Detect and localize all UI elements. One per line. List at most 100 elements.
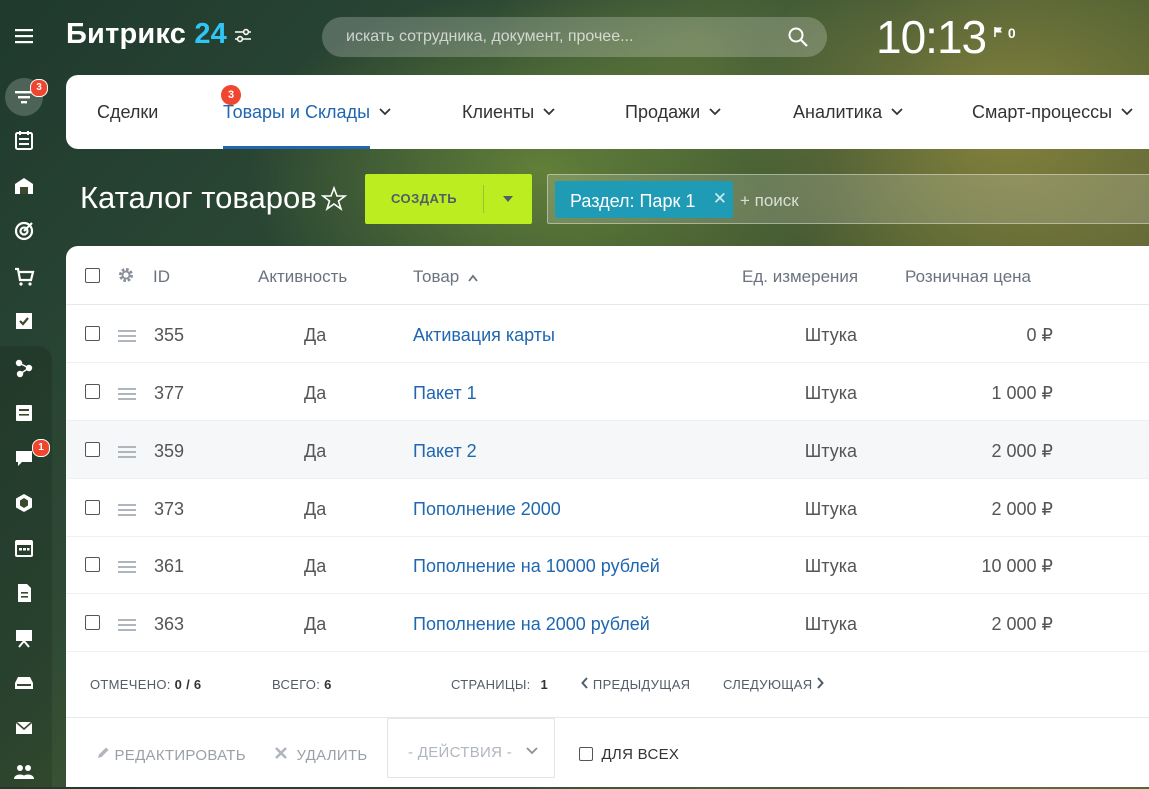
- create-dropdown-button[interactable]: [484, 174, 532, 224]
- cell-id: 373: [154, 499, 185, 519]
- edit-button[interactable]: РЕДАКТИРОВАТЬ: [96, 746, 246, 764]
- close-icon[interactable]: ✕: [713, 189, 727, 209]
- pencil-icon: [98, 747, 109, 758]
- table-row[interactable]: 377 Да Пакет 1 Штука 1 000 ₽: [66, 363, 1149, 421]
- bitrix24-logo[interactable]: Битрикс 24: [66, 18, 227, 51]
- select-all-checkbox[interactable]: [85, 268, 100, 283]
- hamburger-icon[interactable]: [6, 18, 42, 54]
- presentation-icon[interactable]: [6, 620, 42, 656]
- table-row[interactable]: 363 Да Пополнение на 2000 рублей Штука 2…: [66, 594, 1149, 652]
- cell-id: 377: [154, 383, 185, 403]
- for-all-toggle[interactable]: ДЛЯ ВСЕХ: [579, 746, 679, 763]
- filter-search-input[interactable]: + поиск: [740, 191, 799, 211]
- product-link[interactable]: Пакет 2: [413, 441, 477, 462]
- cell-active: Да: [304, 383, 327, 403]
- row-checkbox[interactable]: [85, 500, 100, 515]
- drag-handle-icon[interactable]: [118, 388, 136, 403]
- product-link[interactable]: Пополнение 2000: [413, 499, 561, 520]
- column-price[interactable]: Розничная цена: [905, 267, 1031, 287]
- logo-text: Битрикс: [66, 18, 187, 50]
- target-icon[interactable]: [6, 213, 42, 249]
- users-icon[interactable]: [6, 753, 42, 789]
- column-active[interactable]: Активность: [258, 267, 347, 287]
- tab-deals[interactable]: Сделки: [97, 75, 158, 149]
- column-unit[interactable]: Ед. измерения: [742, 267, 858, 287]
- next-page-button[interactable]: СЛЕДУЮЩАЯ: [723, 677, 825, 692]
- chevron-down-icon: [526, 747, 538, 755]
- product-link[interactable]: Пополнение на 2000 рублей: [413, 614, 650, 635]
- tab-analytics[interactable]: Аналитика: [793, 75, 903, 149]
- column-product[interactable]: Товар: [413, 267, 478, 287]
- cell-unit: Штука: [804, 441, 857, 461]
- table-row[interactable]: 355 Да Активация карты Штука 0 ₽: [66, 305, 1149, 363]
- row-checkbox[interactable]: [85, 557, 100, 572]
- delete-button[interactable]: УДАЛИТЬ: [274, 746, 368, 764]
- column-id[interactable]: ID: [153, 267, 170, 287]
- table-row[interactable]: 373 Да Пополнение 2000 Штука 2 000 ₽: [66, 479, 1149, 537]
- selected-value: 0 / 6: [174, 677, 202, 692]
- warehouse-icon[interactable]: [6, 168, 42, 204]
- cell-active: Да: [304, 499, 327, 519]
- tab-clients[interactable]: Клиенты: [462, 75, 555, 149]
- cell-active: Да: [304, 614, 327, 634]
- cart-icon[interactable]: [6, 258, 42, 294]
- create-button[interactable]: СОЗДАТЬ: [365, 174, 532, 224]
- pages-value[interactable]: 1: [540, 677, 548, 692]
- sliders-icon[interactable]: [234, 28, 252, 49]
- row-checkbox[interactable]: [85, 615, 100, 630]
- star-icon[interactable]: [320, 185, 348, 217]
- table-row[interactable]: 361 Да Пополнение на 10000 рублей Штука …: [66, 536, 1149, 594]
- tab-sales[interactable]: Продажи: [625, 75, 721, 149]
- chevron-down-icon: [709, 108, 721, 116]
- network-icon[interactable]: [6, 350, 42, 386]
- product-link[interactable]: Пакет 1: [413, 383, 477, 404]
- drive-icon[interactable]: [6, 665, 42, 701]
- mail-icon[interactable]: [6, 710, 42, 746]
- search-icon[interactable]: [787, 26, 809, 53]
- prev-page-button[interactable]: ПРЕДЫДУЩАЯ: [581, 677, 690, 692]
- gear-icon[interactable]: [117, 266, 135, 289]
- checklist-icon[interactable]: [6, 123, 42, 159]
- table-row[interactable]: 359 Да Пакет 2 Штука 2 000 ₽: [66, 421, 1149, 479]
- drag-handle-icon[interactable]: [118, 446, 136, 461]
- global-search[interactable]: искать сотрудника, документ, прочее...: [322, 17, 827, 57]
- search-input[interactable]: искать сотрудника, документ, прочее...: [346, 28, 633, 46]
- cell-unit: Штука: [804, 556, 857, 576]
- filter-bar[interactable]: Раздел: Парк 1 ✕ + поиск: [547, 174, 1149, 224]
- clock[interactable]: 10:13: [876, 10, 987, 64]
- flag-counter[interactable]: 0: [994, 25, 1016, 41]
- row-checkbox[interactable]: [85, 442, 100, 457]
- row-checkbox[interactable]: [85, 384, 100, 399]
- drag-handle-icon[interactable]: [118, 561, 136, 576]
- chevron-down-icon: [891, 108, 903, 116]
- filter-chip[interactable]: Раздел: Парк 1 ✕: [555, 181, 733, 218]
- calendar-icon[interactable]: [6, 530, 42, 566]
- chevron-down-icon: [1121, 108, 1133, 116]
- hexagon-icon[interactable]: [6, 485, 42, 521]
- cell-price: 2 000 ₽: [991, 614, 1054, 634]
- drag-handle-icon[interactable]: [118, 619, 136, 634]
- cell-id: 363: [154, 614, 185, 634]
- caret-down-icon: [503, 196, 513, 202]
- edit-label: РЕДАКТИРОВАТЬ: [114, 747, 246, 764]
- tab-products-warehouses[interactable]: Товары и Склады: [223, 75, 391, 149]
- total-label: ВСЕГО:: [272, 677, 321, 692]
- cell-price: 10 000 ₽: [981, 556, 1053, 576]
- tab-label: Клиенты: [462, 101, 535, 122]
- drag-handle-icon[interactable]: [118, 330, 136, 345]
- drag-handle-icon[interactable]: [118, 504, 136, 519]
- newspaper-icon[interactable]: [6, 395, 42, 431]
- product-link[interactable]: Пополнение на 10000 рублей: [413, 556, 660, 577]
- document-icon[interactable]: [6, 575, 42, 611]
- product-link[interactable]: Активация карты: [413, 325, 555, 346]
- checkbox-icon[interactable]: [6, 303, 42, 339]
- tab-smart-processes[interactable]: Смарт-процессы: [972, 75, 1133, 149]
- row-checkbox[interactable]: [85, 326, 100, 341]
- pages-counter: СТРАНИЦЫ: 1: [451, 677, 548, 692]
- filter-chip-label: Раздел: Парк 1: [570, 191, 696, 211]
- actions-dropdown[interactable]: - ДЕЙСТВИЯ -: [387, 718, 555, 778]
- cross-icon: [275, 747, 287, 759]
- cell-price: 0 ₽: [1026, 325, 1053, 345]
- for-all-checkbox[interactable]: [579, 747, 593, 761]
- logo-number: 24: [194, 18, 228, 50]
